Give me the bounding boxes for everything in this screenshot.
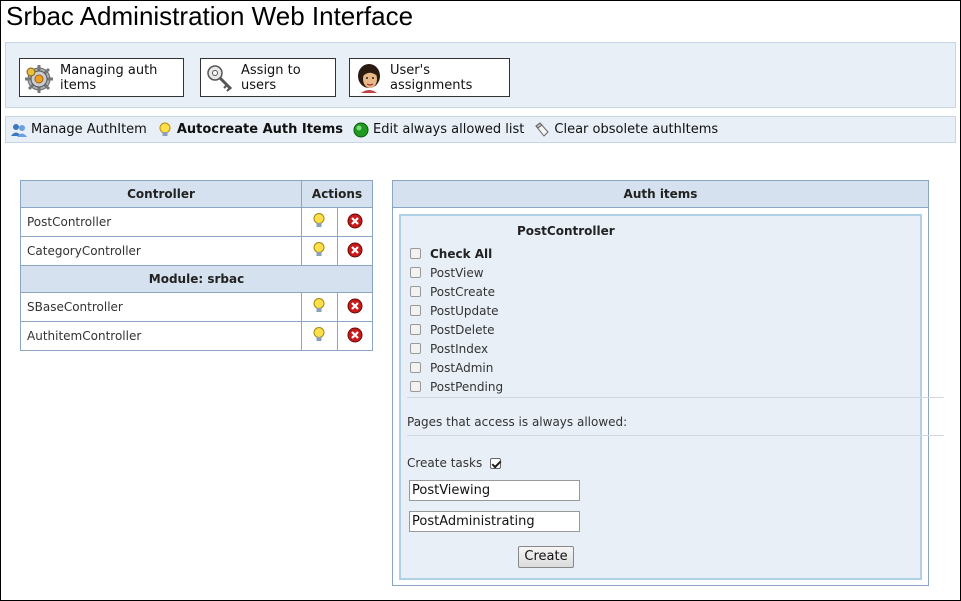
delete-icon[interactable]: [336, 236, 373, 266]
create-tasks-label: Create tasks: [407, 456, 483, 470]
page-title: Srbac Administration Web Interface: [6, 1, 414, 31]
check-all-row: Check All: [410, 244, 492, 263]
divider: [407, 435, 944, 436]
users-icon: [11, 123, 27, 137]
controller-name: AuthitemController: [20, 321, 302, 351]
main-menu-bar: Managing auth items Assign to users User…: [5, 42, 956, 108]
assign-to-users-button[interactable]: Assign to users: [200, 58, 336, 97]
action-checkbox[interactable]: [410, 343, 421, 354]
controller-name: CategoryController: [20, 236, 302, 266]
action-label: PostCreate: [430, 284, 495, 299]
action-row: PostDelete: [410, 320, 495, 339]
delete-icon[interactable]: [336, 292, 373, 322]
create-tasks-checkbox[interactable]: [490, 457, 502, 469]
action-checkbox[interactable]: [410, 286, 421, 297]
delete-icon[interactable]: [336, 321, 373, 351]
action-label: PostIndex: [430, 341, 489, 356]
autocreate-lightbulb-icon[interactable]: [301, 236, 338, 266]
divider: [407, 397, 944, 398]
action-row: PostAdmin: [410, 358, 493, 377]
auth-items-form: PostController Check All PostView PostCr…: [399, 214, 944, 580]
action-checkbox[interactable]: [410, 324, 421, 335]
autocreate-lightbulb-icon[interactable]: [301, 207, 338, 237]
controller-name: PostController: [20, 207, 302, 237]
action-checkbox[interactable]: [410, 362, 421, 373]
action-checkbox[interactable]: [410, 381, 421, 392]
eraser-icon: [535, 121, 550, 137]
sub-menu-bar: Manage AuthItem Autocreate Auth Items Ed…: [5, 116, 956, 143]
always-allowed-label: Pages that access is always allowed:: [407, 415, 628, 429]
table-row: SBaseController: [20, 292, 373, 322]
controller-column-header: Controller: [20, 180, 302, 208]
clear-obsolete-authitems-label: Clear obsolete authItems: [554, 122, 719, 137]
autocreate-auth-items-label: Autocreate Auth Items: [176, 122, 344, 137]
table-row: PostController: [20, 207, 373, 237]
autocreate-lightbulb-icon[interactable]: [301, 292, 338, 322]
keys-icon: [207, 64, 233, 92]
create-button[interactable]: Create: [518, 546, 574, 568]
green-dot-icon: [353, 122, 369, 137]
user-avatar-icon: [358, 63, 380, 93]
action-label: PostAdmin: [430, 360, 494, 375]
action-checkbox[interactable]: [410, 267, 421, 278]
table-row: CategoryController: [20, 236, 373, 266]
action-label: PostUpdate: [430, 303, 499, 318]
edit-always-allowed-link[interactable]: Edit always allowed list: [353, 122, 524, 138]
action-label: PostDelete: [430, 322, 495, 337]
action-row: PostIndex: [410, 339, 488, 358]
manage-authitem-link[interactable]: Manage AuthItem: [11, 122, 147, 138]
controller-title: PostController: [517, 224, 615, 238]
module-header-row: Module: srbac: [20, 265, 373, 293]
manage-authitem-label: Manage AuthItem: [31, 122, 147, 137]
autocreate-lightbulb-icon[interactable]: [301, 321, 338, 351]
gears-icon: [25, 64, 53, 93]
managing-auth-items-button[interactable]: Managing auth items: [19, 58, 184, 97]
module-label: Module: srbac: [20, 265, 373, 293]
edit-always-allowed-label: Edit always allowed list: [373, 122, 525, 137]
table-row: AuthitemController: [20, 321, 373, 351]
delete-icon[interactable]: [336, 207, 373, 237]
actions-column-header: Actions: [301, 180, 373, 208]
action-row: PostView: [410, 263, 484, 282]
check-all-label: Check All: [430, 246, 493, 261]
action-row: PostUpdate: [410, 301, 499, 320]
auth-items-header: Auth items: [393, 181, 928, 208]
controller-name: SBaseController: [20, 292, 302, 322]
task-name-input[interactable]: [409, 480, 580, 501]
task-name-input[interactable]: [409, 511, 580, 532]
action-label: PostPending: [430, 379, 504, 394]
autocreate-auth-items-link[interactable]: Autocreate Auth Items: [157, 122, 343, 138]
action-checkbox[interactable]: [410, 305, 421, 316]
lightbulb-icon: [159, 122, 171, 136]
users-assignments-label: User's assignments: [390, 62, 473, 93]
action-row: PostCreate: [410, 282, 495, 301]
controllers-table: Controller Actions PostController Catego…: [20, 180, 373, 351]
action-label: PostView: [430, 265, 484, 280]
users-assignments-button[interactable]: User's assignments: [349, 58, 510, 97]
assign-to-users-label: Assign to users: [241, 62, 301, 93]
create-tasks-row: Create tasks: [407, 456, 510, 470]
managing-auth-items-label: Managing auth items: [60, 62, 158, 93]
check-all-checkbox[interactable]: [410, 248, 421, 259]
action-row: PostPending: [410, 377, 503, 396]
clear-obsolete-authitems-link[interactable]: Clear obsolete authItems: [534, 121, 719, 138]
auth-items-panel: Auth items PostController Check All Post…: [392, 180, 944, 586]
